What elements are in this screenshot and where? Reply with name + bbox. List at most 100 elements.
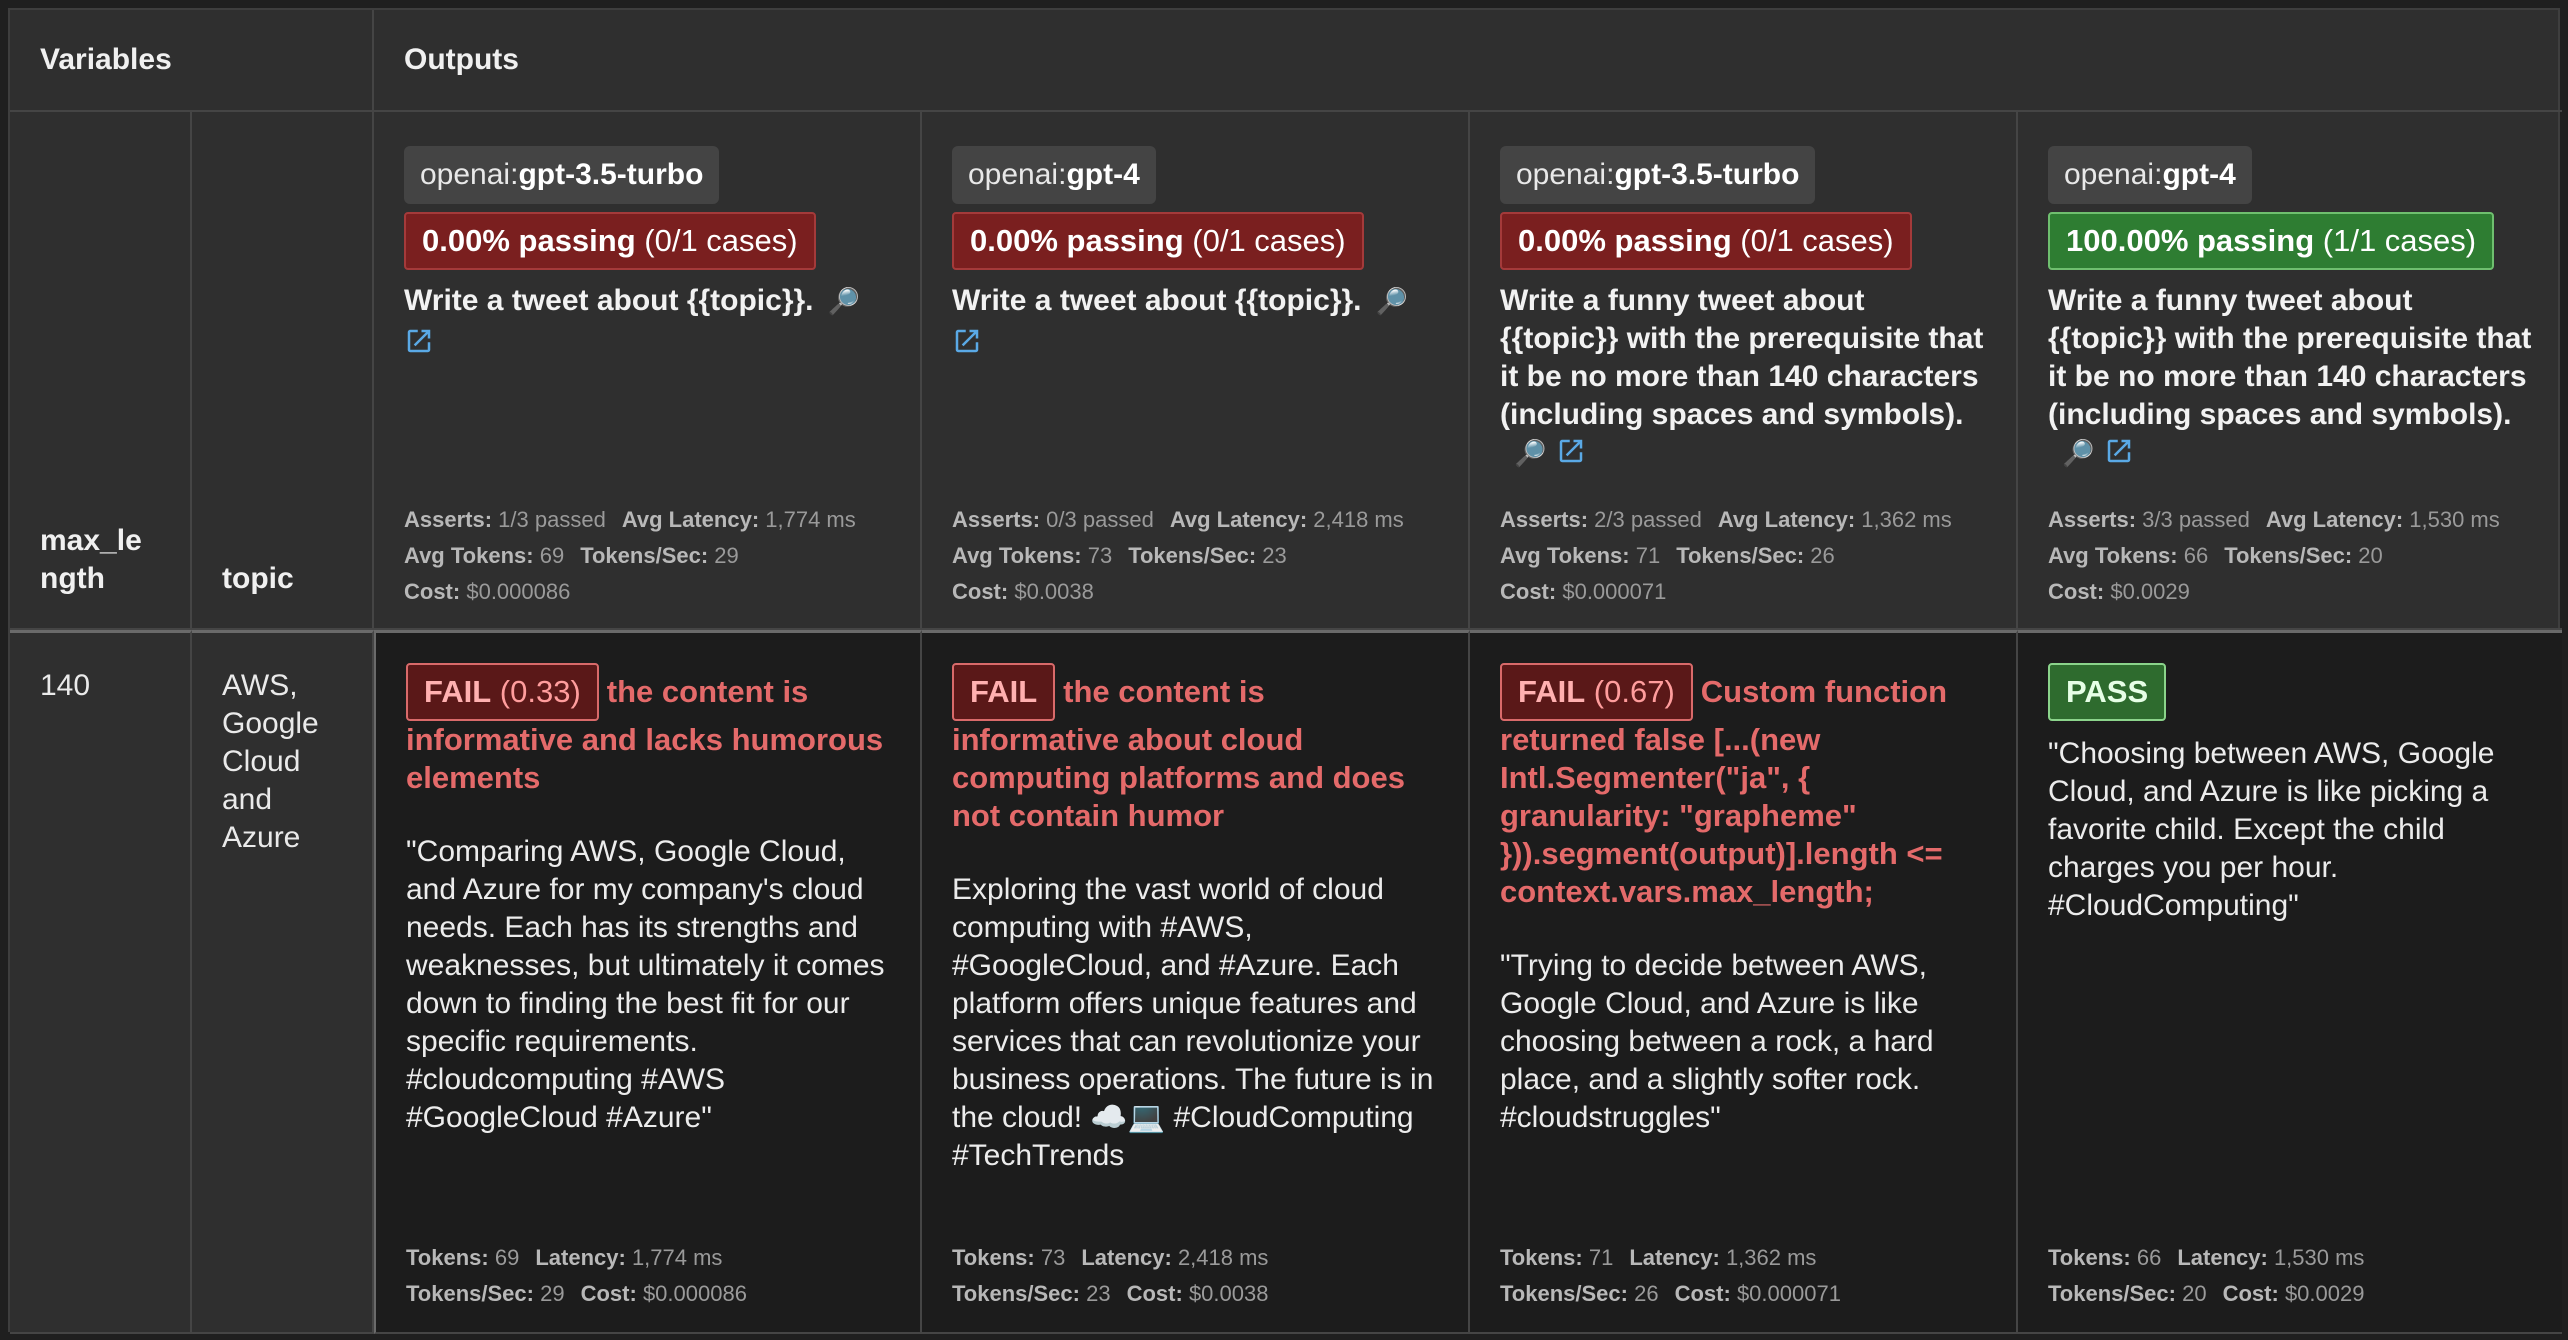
pass-rate: 0.00% passing — [970, 223, 1184, 258]
latency-value: 2,418 ms — [1313, 507, 1404, 532]
cost-value: $0.0029 — [2284, 1281, 2365, 1306]
metric-label: Cost: — [2048, 579, 2105, 604]
metric-label: Tokens: — [1500, 1245, 1583, 1270]
prompt-metrics: Asserts: 2/3 passed Avg Latency: 1,362 ms… — [1500, 502, 2006, 610]
metric-label: Latency: — [1081, 1245, 1172, 1270]
metric-label: Cost: — [404, 579, 461, 604]
metric-label: Avg Tokens: — [952, 543, 1082, 568]
output-cell-2: FAIL the content is informative about clo… — [922, 630, 1470, 1334]
pass-rate: 0.00% passing — [422, 223, 636, 258]
var-column-label: max_length — [40, 524, 142, 595]
verdict-label: FAIL — [424, 674, 492, 709]
magnifier-icon[interactable]: 🔎 — [1376, 282, 1408, 320]
metric-label: Tokens/Sec: — [952, 1281, 1080, 1306]
tokens-value: 66 — [2136, 1245, 2162, 1270]
asserts-value: 1/3 passed — [498, 507, 606, 532]
metric-label: Tokens/Sec: — [2048, 1281, 2176, 1306]
prompt-column-2: openai:gpt-4 0.00% passing (0/1 cases) W… — [922, 112, 1470, 630]
cost-value: $0.000071 — [1736, 1281, 1841, 1306]
output-text: "Choosing between AWS, Google Cloud, and… — [2048, 737, 2495, 922]
prompt-text: Write a tweet about {{topic}}. 🔎 — [404, 282, 890, 362]
metric-label: Latency: — [1629, 1245, 1720, 1270]
provider-tag: openai:gpt-4 — [2048, 146, 2252, 204]
variables-header-label: Variables — [40, 43, 172, 76]
provider-model: gpt-4 — [1066, 158, 1140, 191]
prompt-column-1: openai:gpt-3.5-turbo 0.00% passing (0/1 … — [374, 112, 922, 630]
pass-rate-badge: 0.00% passing (0/1 cases) — [952, 212, 1364, 270]
tokens-value: 73 — [1040, 1245, 1066, 1270]
prompt-column-3: openai:gpt-3.5-turbo 0.00% passing (0/1 … — [1470, 112, 2018, 630]
metric-label: Cost: — [1126, 1281, 1183, 1306]
metric-label: Tokens/Sec: — [2224, 543, 2353, 568]
metric-label: Avg Latency: — [1717, 507, 1856, 532]
output-metrics: Tokens: 73 Latency: 2,418 ms Tokens/Sec: … — [952, 1240, 1268, 1312]
prompt-metrics: Asserts: 0/3 passed Avg Latency: 2,418 ms… — [952, 502, 1458, 610]
latency-value: 1,774 ms — [765, 507, 856, 532]
var-value: 140 — [40, 669, 91, 702]
output-text: "Trying to decide between AWS, Google Cl… — [1500, 949, 1934, 1134]
latency-value: 1,774 ms — [631, 1245, 723, 1270]
external-link-icon[interactable] — [2104, 436, 2134, 466]
pass-cases: (0/1 cases) — [1740, 223, 1894, 258]
fail-badge: FAIL — [952, 663, 1056, 721]
pass-cases: (1/1 cases) — [2322, 223, 2477, 258]
metric-label: Tokens: — [406, 1245, 489, 1270]
provider-tag: openai:gpt-3.5-turbo — [404, 146, 720, 204]
verdict: FAIL (0.67) Custom function returned fals… — [1500, 663, 1986, 911]
metric-label: Avg Latency: — [2265, 507, 2404, 532]
metric-label: Latency: — [535, 1245, 626, 1270]
external-link-icon[interactable] — [404, 326, 434, 356]
tps-value: 20 — [2358, 543, 2383, 568]
magnifier-icon[interactable]: 🔎 — [2062, 434, 2094, 472]
prompt-metrics: Asserts: 1/3 passed Avg Latency: 1,774 ms… — [404, 502, 910, 610]
tps-value: 29 — [714, 543, 739, 568]
var-column-topic: topic — [192, 112, 374, 630]
prompt-text-content: Write a tweet about {{topic}}. — [404, 284, 814, 317]
provider-model: gpt-3.5-turbo — [518, 158, 704, 191]
pass-badge: PASS — [2048, 663, 2167, 721]
provider-tag: openai:gpt-3.5-turbo — [1500, 146, 1816, 204]
output-text: "Comparing AWS, Google Cloud, and Azure … — [406, 835, 885, 1134]
verdict: FAIL the content is informative about clo… — [952, 663, 1438, 835]
external-link-icon[interactable] — [1556, 436, 1586, 466]
tokens-value: 71 — [1588, 1245, 1614, 1270]
prompt-text-content: Write a funny tweet about {{topic}} with… — [1500, 284, 1984, 431]
tps-value: 26 — [1810, 543, 1835, 568]
prompt-text: Write a tweet about {{topic}}. 🔎 — [952, 282, 1438, 362]
var-cell-max-length: 140 — [10, 630, 192, 1334]
metric-label: Avg Tokens: — [1500, 543, 1630, 568]
cost-value: $0.000086 — [642, 1281, 747, 1306]
pass-cases: (0/1 cases) — [644, 223, 798, 258]
provider-tag: openai:gpt-4 — [952, 146, 1156, 204]
output-cell-3: FAIL (0.67) Custom function returned fals… — [1470, 630, 2018, 1334]
metric-label: Avg Latency: — [1169, 507, 1308, 532]
metric-label: Cost: — [1500, 579, 1557, 604]
pass-rate-badge: 0.00% passing (0/1 cases) — [1500, 212, 1912, 270]
verdict: PASS — [2048, 663, 2532, 721]
output-metrics: Tokens: 71 Latency: 1,362 ms Tokens/Sec: … — [1500, 1240, 1841, 1312]
tps-value: 23 — [1262, 543, 1287, 568]
pass-rate-badge: 100.00% passing (1/1 cases) — [2048, 212, 2495, 270]
tps-value: 29 — [540, 1281, 565, 1306]
magnifier-icon[interactable]: 🔎 — [828, 282, 860, 320]
tokens-value: 69 — [494, 1245, 520, 1270]
pass-rate-badge: 0.00% passing (0/1 cases) — [404, 212, 816, 270]
var-cell-topic: AWS, Google Cloud and Azure — [192, 630, 374, 1334]
metric-label: Tokens/Sec: — [580, 543, 709, 568]
magnifier-icon[interactable]: 🔎 — [1514, 434, 1546, 472]
metric-label: Asserts: — [1500, 507, 1589, 532]
provider-prefix: openai: — [968, 158, 1067, 191]
tokens-value: 66 — [2183, 543, 2209, 568]
outputs-header-label: Outputs — [404, 43, 519, 76]
external-link-icon[interactable] — [952, 326, 982, 356]
latency-value: 1,362 ms — [1725, 1245, 1817, 1270]
prompt-metrics: Asserts: 3/3 passed Avg Latency: 1,530 ms… — [2048, 502, 2552, 610]
cost-value: $0.0038 — [1014, 579, 1094, 604]
provider-prefix: openai: — [420, 158, 519, 191]
prompt-text-content: Write a funny tweet about {{topic}} with… — [2048, 284, 2532, 431]
var-column-max-length: max_length — [10, 112, 192, 630]
var-column-label: topic — [222, 562, 294, 595]
var-value: AWS, Google Cloud and Azure — [222, 669, 319, 854]
results-table: Variables Outputs max_length topic opena… — [8, 8, 2562, 1334]
cost-value: $0.000071 — [1562, 579, 1667, 604]
